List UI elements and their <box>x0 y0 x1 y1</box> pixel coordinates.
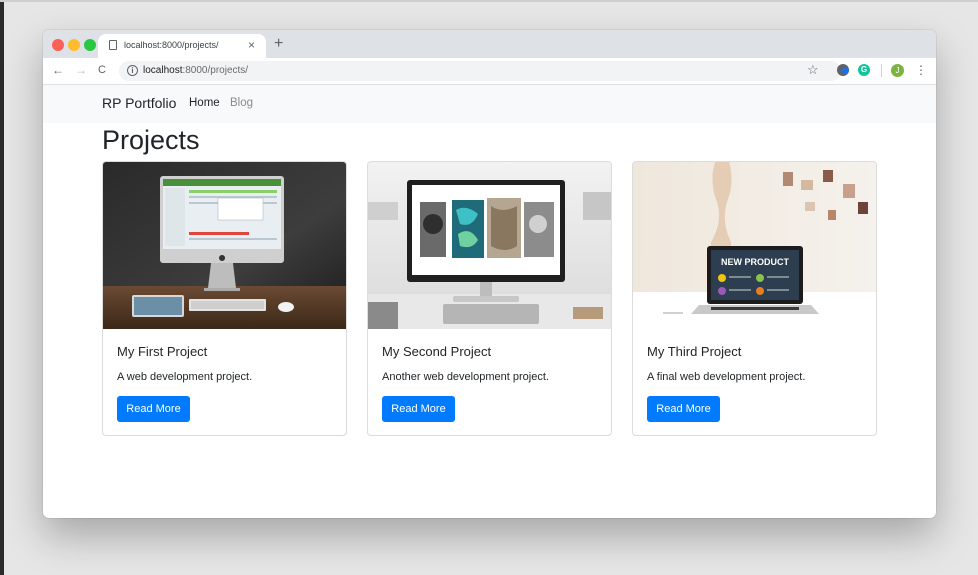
close-tab-icon[interactable]: × <box>248 37 255 53</box>
project-card: NEW PRODUCT My Third Project A final web… <box>632 161 877 436</box>
nav-blog-link[interactable]: Blog <box>230 97 253 109</box>
browser-tab[interactable]: localhost:8000/projects/ × <box>98 34 266 58</box>
desktop-edge <box>0 0 4 575</box>
site-brand[interactable]: RP Portfolio <box>102 95 176 111</box>
project-title: My First Project <box>117 344 208 359</box>
address-url[interactable]: localhost:8000/projects/ <box>143 65 248 76</box>
product-screen-heading: NEW PRODUCT <box>721 257 789 267</box>
nav-home-link[interactable]: Home <box>189 97 220 109</box>
grammarly-icon[interactable]: G <box>858 64 870 76</box>
toolbar-divider <box>881 64 882 77</box>
project-description: A final web development project. <box>647 371 806 383</box>
desktop-edge-top <box>0 0 978 2</box>
project-card: My Second Project Another web developmen… <box>367 161 612 436</box>
info-icon[interactable]: i <box>127 65 138 76</box>
page-icon <box>109 40 117 50</box>
tab-bar: localhost:8000/projects/ × + <box>43 30 936 58</box>
read-more-button[interactable]: Read More <box>382 396 455 422</box>
project-image: NEW PRODUCT <box>633 162 876 329</box>
page-title: Projects <box>102 125 200 155</box>
reload-icon[interactable]: C <box>98 62 106 78</box>
close-window-button[interactable] <box>52 39 64 51</box>
tab-title: localhost:8000/projects/ <box>124 40 219 50</box>
project-card: My First Project A web development proje… <box>102 161 347 436</box>
url-host: localhost <box>143 65 183 76</box>
forward-arrow-icon[interactable]: → <box>75 62 87 78</box>
project-image <box>368 162 611 329</box>
minimize-window-button[interactable] <box>68 39 80 51</box>
extension-icon[interactable] <box>837 64 849 76</box>
read-more-button[interactable]: Read More <box>117 396 190 422</box>
browser-window: localhost:8000/projects/ × + ← → C i loc… <box>43 30 936 518</box>
address-bar[interactable]: i localhost:8000/projects/ <box>119 61 841 81</box>
project-title: My Third Project <box>647 344 742 359</box>
read-more-button[interactable]: Read More <box>647 396 720 422</box>
project-description: A web development project. <box>117 371 253 383</box>
extension-badge <box>842 67 849 74</box>
bookmark-star-icon[interactable]: ☆ <box>807 62 819 78</box>
project-title: My Second Project <box>382 344 492 359</box>
maximize-window-button[interactable] <box>84 39 96 51</box>
new-tab-icon[interactable]: + <box>274 35 283 53</box>
site-navbar: RP Portfolio Home Blog <box>43 85 936 123</box>
project-image <box>103 162 346 329</box>
project-description: Another web development project. <box>382 371 549 383</box>
profile-avatar[interactable]: J <box>891 64 904 77</box>
browser-menu-icon[interactable]: ⋮ <box>915 63 927 77</box>
browser-toolbar: ← → C i localhost:8000/projects/ ☆ G J ⋮ <box>43 58 936 85</box>
back-arrow-icon[interactable]: ← <box>52 62 64 78</box>
url-path: :8000/projects/ <box>182 65 249 76</box>
